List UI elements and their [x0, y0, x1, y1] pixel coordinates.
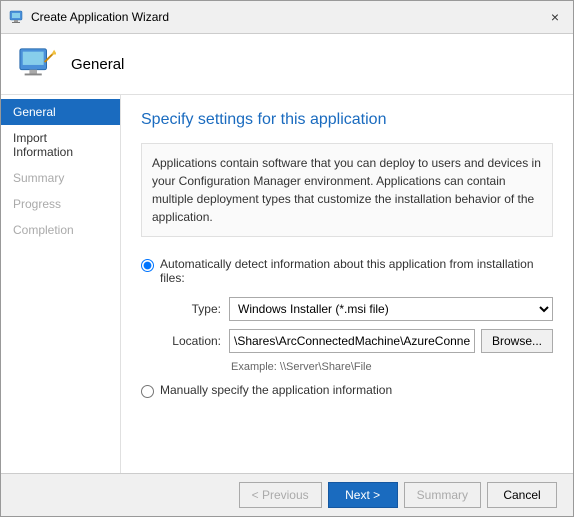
- location-input[interactable]: [229, 329, 475, 353]
- description-text: Applications contain software that you c…: [141, 143, 553, 237]
- header-icon: [18, 45, 56, 83]
- sidebar-item-import[interactable]: Import Information: [1, 125, 120, 165]
- auto-detect-radio[interactable]: [141, 259, 154, 272]
- manual-option: Manually specify the application informa…: [141, 383, 553, 398]
- summary-button[interactable]: Summary: [404, 482, 481, 508]
- sidebar-item-general[interactable]: General: [1, 99, 120, 125]
- sidebar-item-summary: Summary: [1, 165, 120, 191]
- manual-radio[interactable]: [141, 385, 154, 398]
- location-row: Location: Browse...: [161, 329, 553, 353]
- title-bar-left: Create Application Wizard: [9, 9, 169, 25]
- auto-detect-label[interactable]: Automatically detect information about t…: [160, 257, 553, 285]
- auto-detect-option: Automatically detect information about t…: [141, 257, 553, 285]
- title-bar: Create Application Wizard ×: [1, 1, 573, 34]
- previous-button[interactable]: < Previous: [239, 482, 322, 508]
- header-icon-box: [17, 44, 57, 84]
- header-area: General: [1, 34, 573, 95]
- next-button[interactable]: Next >: [328, 482, 398, 508]
- example-text: Example: \\Server\Share\File: [231, 361, 553, 373]
- location-label: Location:: [161, 334, 221, 348]
- form-grid: Type: Windows Installer (*.msi file) Scr…: [161, 297, 553, 373]
- wizard-icon: [9, 9, 25, 25]
- type-select[interactable]: Windows Installer (*.msi file) Script In…: [229, 297, 553, 321]
- option-group: Automatically detect information about t…: [141, 257, 553, 398]
- main-content: Specify settings for this application Ap…: [121, 95, 573, 473]
- type-label: Type:: [161, 302, 221, 316]
- main-title: Specify settings for this application: [141, 111, 553, 129]
- sidebar-item-completion: Completion: [1, 217, 120, 243]
- footer: < Previous Next > Summary Cancel: [1, 473, 573, 516]
- type-row: Type: Windows Installer (*.msi file) Scr…: [161, 297, 553, 321]
- type-control-wrap: Windows Installer (*.msi file) Script In…: [229, 297, 553, 321]
- header-title: General: [71, 56, 124, 73]
- content-area: General Import Information Summary Progr…: [1, 95, 573, 473]
- browse-button[interactable]: Browse...: [481, 329, 553, 353]
- cancel-button[interactable]: Cancel: [487, 482, 557, 508]
- close-button[interactable]: ×: [545, 7, 565, 27]
- wizard-window: Create Application Wizard × General Gene…: [0, 0, 574, 517]
- sidebar: General Import Information Summary Progr…: [1, 95, 121, 473]
- location-control-wrap: Browse...: [229, 329, 553, 353]
- manual-label[interactable]: Manually specify the application informa…: [160, 383, 392, 397]
- sidebar-item-progress: Progress: [1, 191, 120, 217]
- title-bar-text: Create Application Wizard: [31, 10, 169, 24]
